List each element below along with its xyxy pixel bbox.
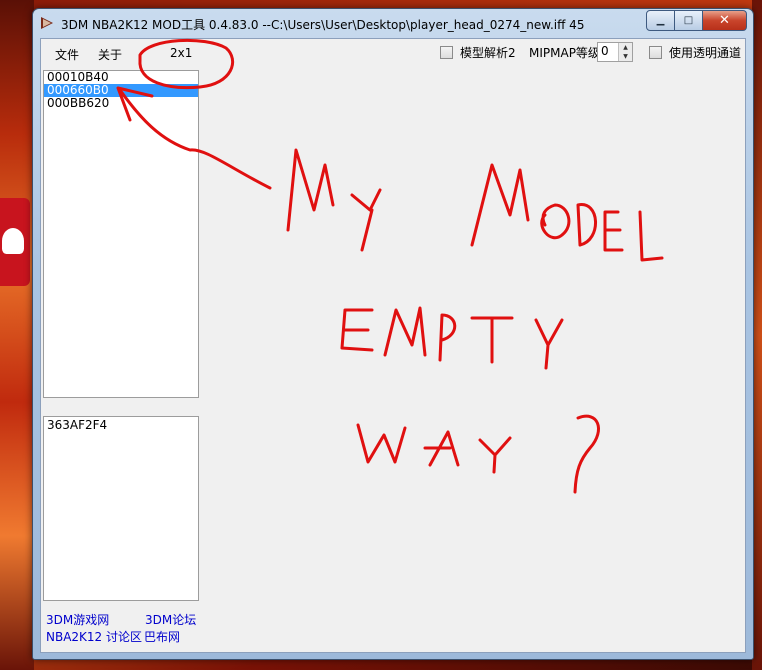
mipmap-spinner[interactable]: 0 ▲ ▼ <box>597 42 633 62</box>
window-title: 3DM NBA2K12 MOD工具 0.4.83.0 --C:\Users\Us… <box>61 18 585 32</box>
maximize-button[interactable]: □ <box>675 10 703 31</box>
transparent-checkbox[interactable] <box>649 46 662 59</box>
desktop-logo-fragment <box>0 198 30 286</box>
link-nba2k12-forum[interactable]: NBA2K12 讨论区 <box>46 628 142 645</box>
spin-down-icon[interactable]: ▼ <box>619 52 632 61</box>
texture-listbox[interactable]: 363AF2F4 <box>43 416 199 601</box>
title-bar[interactable]: 3DM NBA2K12 MOD工具 0.4.83.0 --C:\Users\Us… <box>33 9 753 37</box>
transparent-option[interactable]: 使用透明通道 <box>649 44 741 61</box>
list-item[interactable]: 000BB620 <box>44 97 198 110</box>
mipmap-value[interactable]: 0 <box>601 44 609 58</box>
client-area: 文件 关于 2x1 模型解析2 MIPMAP等级 0 ▲ ▼ 使用透明通道 00… <box>40 38 746 653</box>
close-button[interactable]: ✕ <box>703 10 747 31</box>
model-parse-checkbox[interactable] <box>440 46 453 59</box>
app-icon <box>41 17 53 29</box>
offset-listbox[interactable]: 00010B40 000660B0 000BB620 <box>43 70 199 398</box>
link-babu[interactable]: 巴布网 <box>144 628 180 645</box>
mipmap-label: MIPMAP等级 <box>529 46 600 60</box>
model-parse-label: 模型解析2 <box>460 46 516 60</box>
link-3dm-forum[interactable]: 3DM论坛 <box>145 611 196 628</box>
caption-buttons: ▁ □ ✕ <box>646 10 747 31</box>
list-item[interactable]: 363AF2F4 <box>44 419 198 432</box>
menu-file[interactable]: 文件 <box>55 46 79 63</box>
menu-about[interactable]: 关于 <box>98 46 122 63</box>
menu-grid-2x1[interactable]: 2x1 <box>170 46 192 60</box>
spin-up-icon[interactable]: ▲ <box>619 43 632 52</box>
maximize-icon: □ <box>683 15 694 26</box>
mipmap-spin-buttons: ▲ ▼ <box>618 43 632 61</box>
app-window: 3DM NBA2K12 MOD工具 0.4.83.0 --C:\Users\Us… <box>32 8 754 660</box>
close-icon: ✕ <box>719 13 730 28</box>
link-3dm-site[interactable]: 3DM游戏网 <box>46 611 109 628</box>
minimize-icon: ▁ <box>656 15 665 26</box>
model-parse-option[interactable]: 模型解析2 <box>440 44 516 61</box>
transparent-label: 使用透明通道 <box>669 46 742 60</box>
minimize-button[interactable]: ▁ <box>646 10 675 31</box>
desktop-background <box>0 0 34 670</box>
